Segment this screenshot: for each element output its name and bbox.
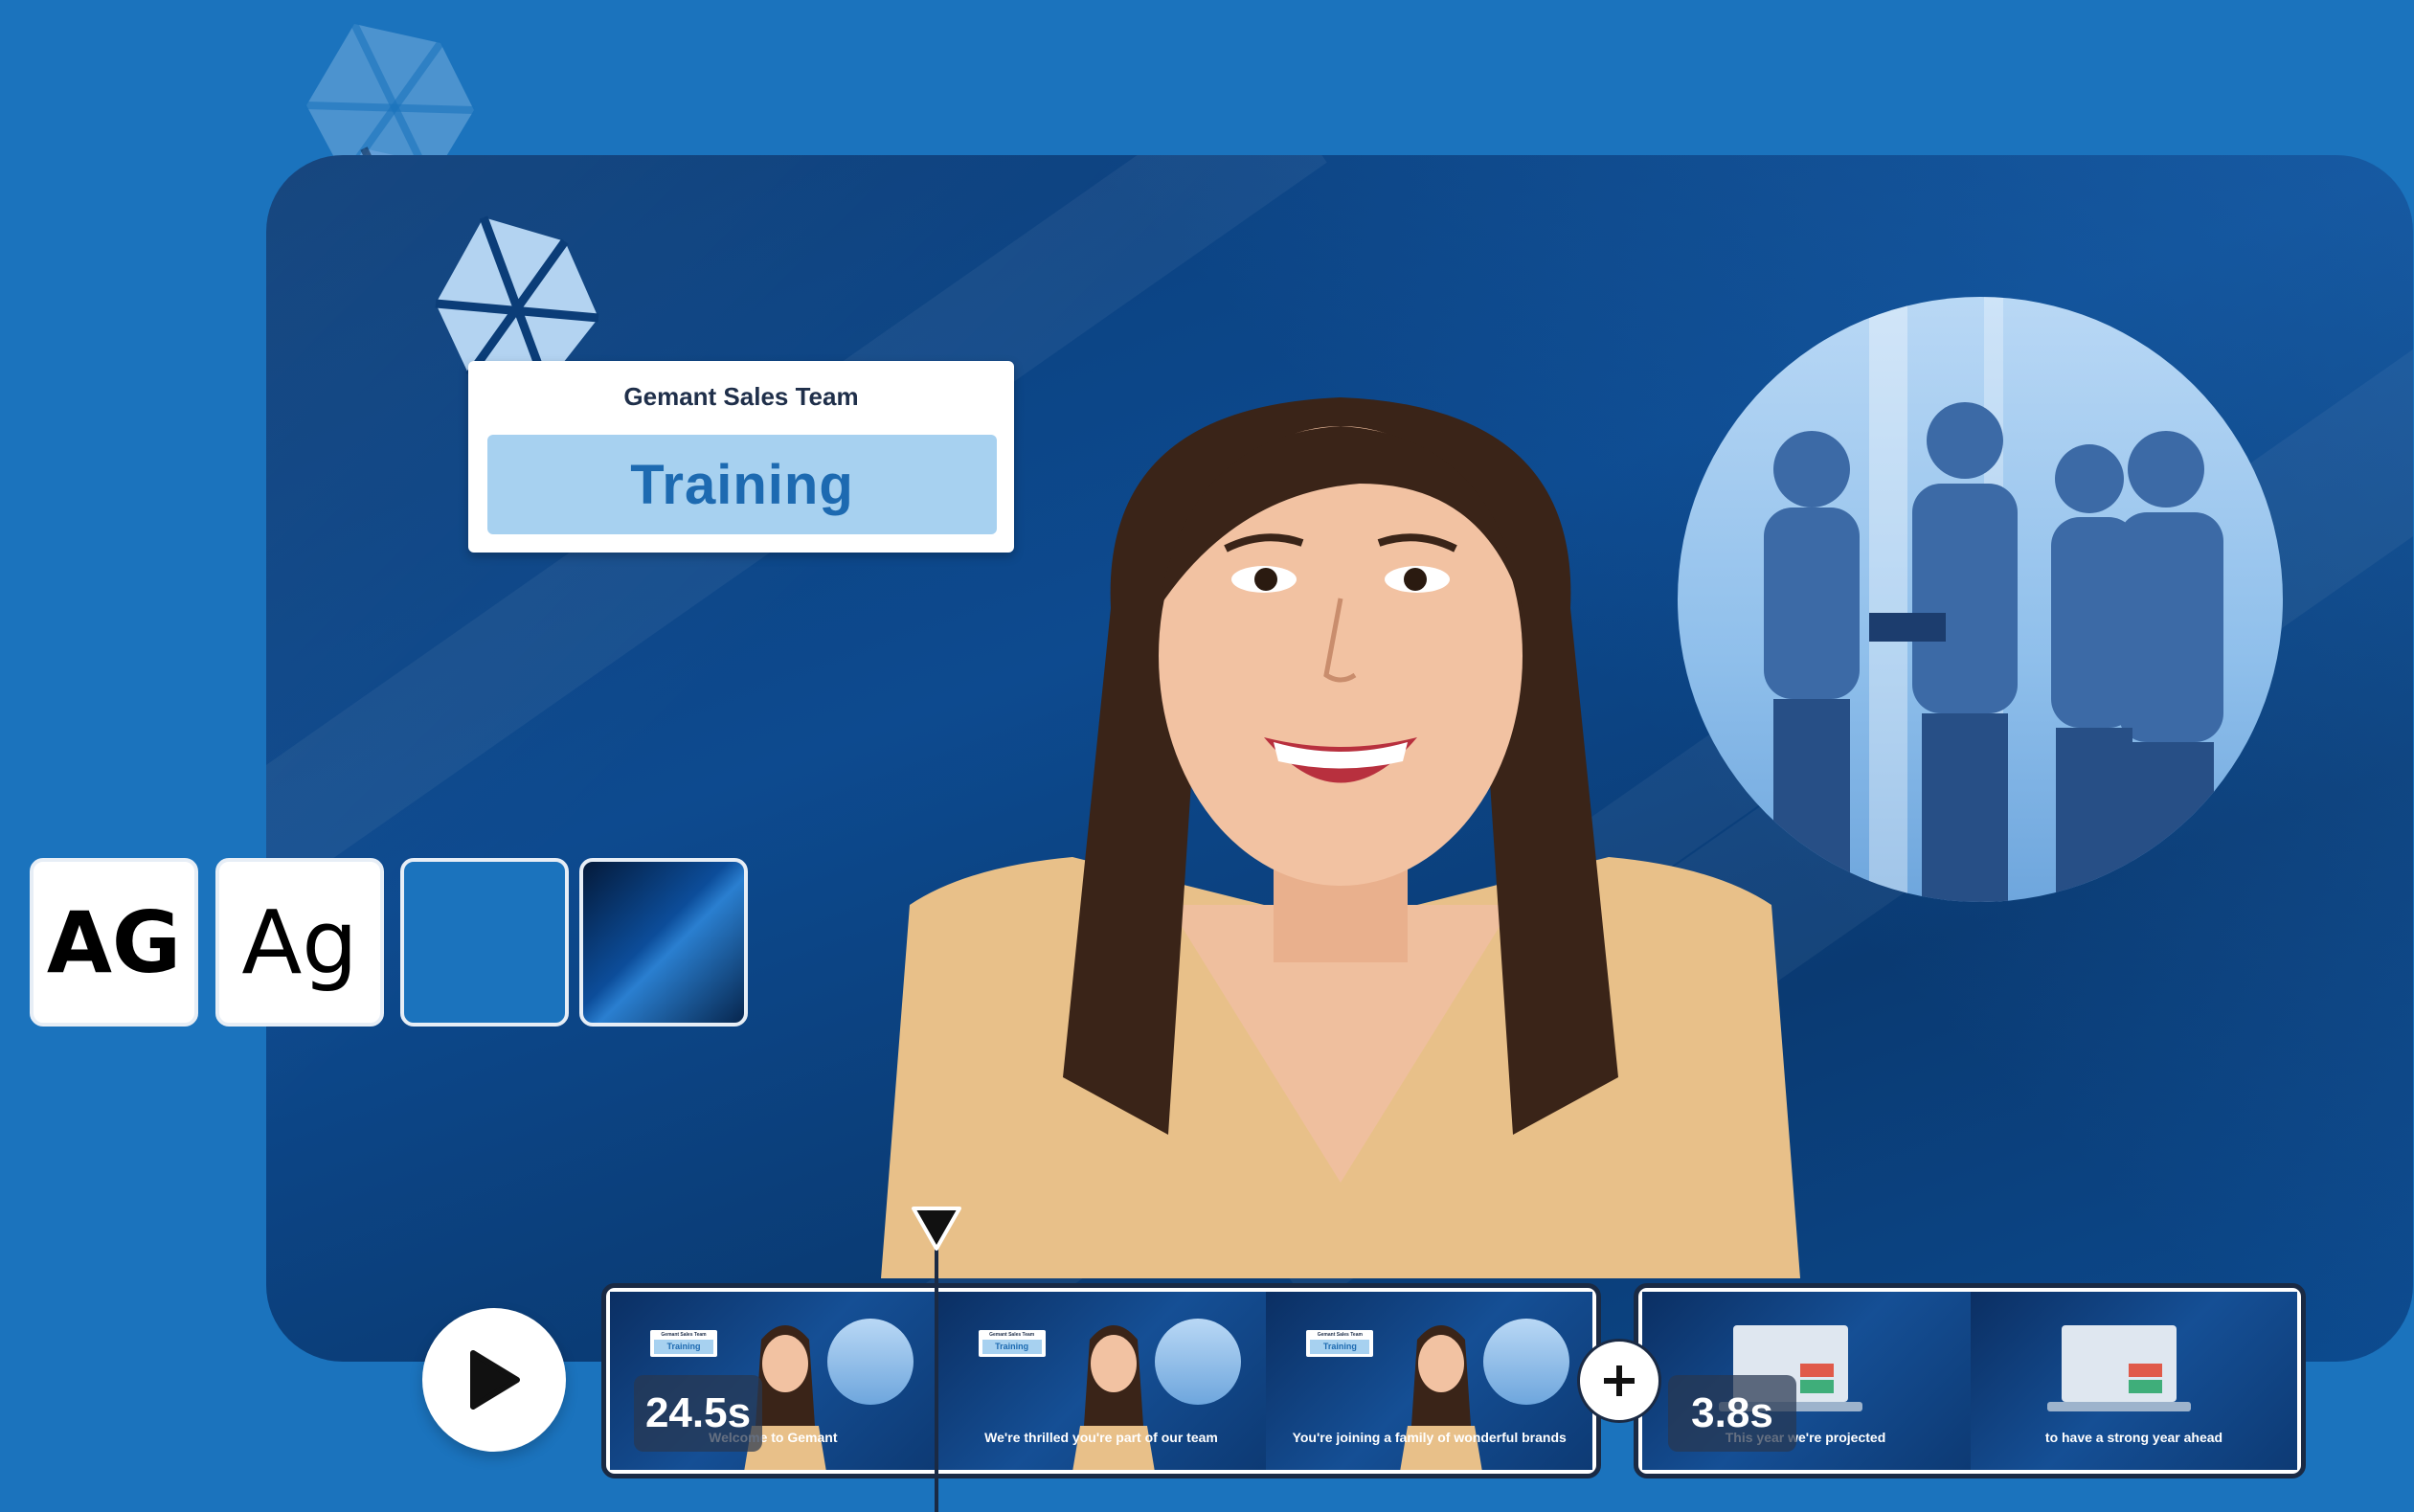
mini-title-card-subtitle: Gemant Sales Team xyxy=(989,1332,1035,1338)
font-style-regular-swatch[interactable]: Ag xyxy=(215,858,384,1027)
font-style-bold-swatch[interactable]: AG xyxy=(30,858,198,1027)
presenter-avatar xyxy=(881,397,1800,1278)
team-photo-illustration xyxy=(1764,297,2223,902)
mini-title-card: Gemant Sales Team Training xyxy=(1306,1330,1374,1357)
mini-title-card-title: Training xyxy=(654,1340,713,1354)
clip-thumbnail[interactable]: Gemant Sales Team Training You're joinin… xyxy=(1264,1292,1593,1470)
play-icon xyxy=(470,1350,520,1410)
mini-team-photo xyxy=(1155,1319,1242,1405)
mini-title-card: Gemant Sales Team Training xyxy=(978,1330,1046,1357)
mini-title-card-subtitle: Gemant Sales Team xyxy=(661,1332,707,1338)
plus-icon xyxy=(1604,1365,1635,1396)
background-swatch[interactable] xyxy=(579,858,748,1027)
mini-title-card: Gemant Sales Team Training xyxy=(650,1330,717,1357)
mini-team-photo xyxy=(826,1319,914,1405)
clip-caption: You're joining a family of wonderful bra… xyxy=(1292,1430,1567,1445)
clip-duration-badge: 3.8s xyxy=(1668,1375,1796,1452)
mini-title-card-subtitle: Gemant Sales Team xyxy=(1317,1332,1363,1338)
playhead-handle-icon[interactable] xyxy=(910,1205,963,1254)
play-button[interactable] xyxy=(422,1308,566,1452)
color-swatch[interactable] xyxy=(400,858,569,1027)
clip-duration-badge: 24.5s xyxy=(634,1375,762,1452)
clip-caption: to have a strong year ahead xyxy=(2044,1430,2223,1445)
team-photo-circle xyxy=(1678,297,2283,902)
playhead-line[interactable] xyxy=(935,1235,938,1512)
clip-thumbnail[interactable]: Gemant Sales Team Training We're thrille… xyxy=(936,1292,1265,1470)
mini-team-photo xyxy=(1483,1319,1570,1405)
add-clip-button[interactable] xyxy=(1577,1339,1661,1423)
clip-thumbnail[interactable]: to have a strong year ahead xyxy=(1969,1292,2297,1470)
laptop-chart-graphic xyxy=(2047,1325,2191,1411)
mini-title-card-title: Training xyxy=(1310,1340,1370,1354)
mini-presenter xyxy=(1400,1325,1483,1470)
mini-presenter xyxy=(1072,1325,1155,1470)
clip-caption: We're thrilled you're part of our team xyxy=(984,1430,1218,1445)
mini-title-card-title: Training xyxy=(981,1340,1042,1354)
